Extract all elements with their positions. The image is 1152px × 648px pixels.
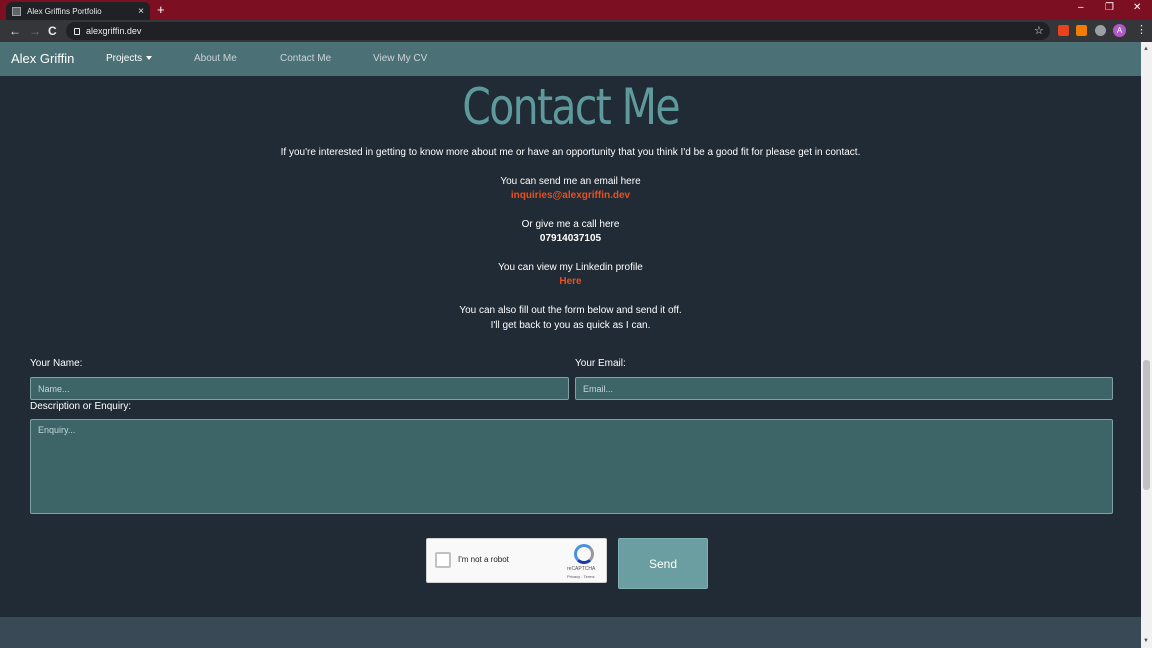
browser-toolbar: ← → C alexgriffin.dev ☆ A ⋮ [0, 20, 1152, 42]
email-label: Your Email: [575, 358, 626, 369]
nav-view-cv[interactable]: View My CV [373, 53, 427, 64]
extension-icon[interactable] [1058, 25, 1069, 36]
site-favicon-icon [12, 6, 21, 16]
puzzle-icon[interactable] [1095, 25, 1106, 36]
minimize-icon[interactable]: – [1078, 2, 1084, 13]
recaptcha-brand: reCAPTCHA [567, 566, 596, 572]
linkedin-prompt: You can view my Linkedin profile [498, 262, 643, 273]
enquiry-textarea[interactable] [30, 419, 1113, 514]
restore-icon[interactable]: ❐ [1105, 2, 1114, 13]
profile-avatar[interactable]: A [1113, 24, 1126, 37]
extension-icon[interactable] [1076, 25, 1087, 36]
nav-projects-label: Projects [106, 53, 143, 64]
linkedin-link[interactable]: Here [0, 276, 1141, 287]
nav-about-me[interactable]: About Me [194, 53, 237, 64]
recaptcha-checkbox[interactable] [435, 552, 451, 568]
forward-icon[interactable]: → [29, 23, 41, 39]
page-footer [0, 617, 1141, 648]
recaptcha-logo-icon [574, 544, 594, 564]
scroll-up-icon[interactable]: ▲ [1143, 46, 1149, 52]
browser-tab-bar: Alex Griffins Portfolio × + – ❐ ✕ [0, 0, 1152, 20]
email-input[interactable] [575, 377, 1113, 400]
page-title: Contact Me [462, 78, 680, 136]
lock-icon [74, 27, 80, 35]
back-icon[interactable]: ← [9, 23, 21, 39]
form-note: You can also fill out the form below and… [459, 305, 682, 316]
nav-contact-me[interactable]: Contact Me [280, 53, 331, 64]
window-close-icon[interactable]: ✕ [1133, 2, 1141, 13]
site-navbar: Alex Griffin Projects About Me Contact M… [0, 42, 1141, 76]
name-label: Your Name: [30, 358, 83, 369]
reload-icon[interactable]: C [48, 23, 57, 39]
site-brand[interactable]: Alex Griffin [11, 51, 74, 66]
scroll-down-icon[interactable]: ▼ [1143, 638, 1149, 644]
browser-tab[interactable]: Alex Griffins Portfolio × [6, 2, 150, 20]
enquiry-label: Description or Enquiry: [30, 401, 132, 412]
page-scrollbar[interactable] [1141, 42, 1152, 648]
recaptcha-terms-link[interactable]: Privacy - Terms [567, 574, 594, 579]
contact-intro: If you're interested in getting to know … [280, 147, 861, 158]
scrollbar-thumb[interactable] [1143, 360, 1150, 490]
new-tab-button[interactable]: + [157, 2, 165, 18]
form-note: I'll get back to you as quick as I can. [490, 320, 651, 331]
tab-title: Alex Griffins Portfolio [27, 6, 102, 16]
phone-prompt: Or give me a call here [521, 219, 620, 230]
url-text: alexgriffin.dev [86, 26, 142, 36]
recaptcha-label: I'm not a robot [458, 555, 509, 564]
caret-down-icon [146, 56, 153, 61]
email-link[interactable]: inquiries@alexgriffin.dev [0, 190, 1141, 201]
bookmark-star-icon[interactable]: ☆ [1034, 24, 1044, 37]
tab-close-icon[interactable]: × [138, 6, 144, 17]
recaptcha-widget: I'm not a robot reCAPTCHA Privacy - Term… [426, 538, 607, 583]
browser-menu-icon[interactable]: ⋮ [1136, 23, 1147, 36]
name-input[interactable] [30, 377, 569, 400]
email-prompt: You can send me an email here [500, 176, 641, 187]
phone-number: 07914037105 [539, 233, 602, 244]
address-bar[interactable]: alexgriffin.dev [66, 22, 1050, 40]
send-button[interactable]: Send [618, 538, 708, 589]
nav-projects[interactable]: Projects [106, 53, 153, 64]
